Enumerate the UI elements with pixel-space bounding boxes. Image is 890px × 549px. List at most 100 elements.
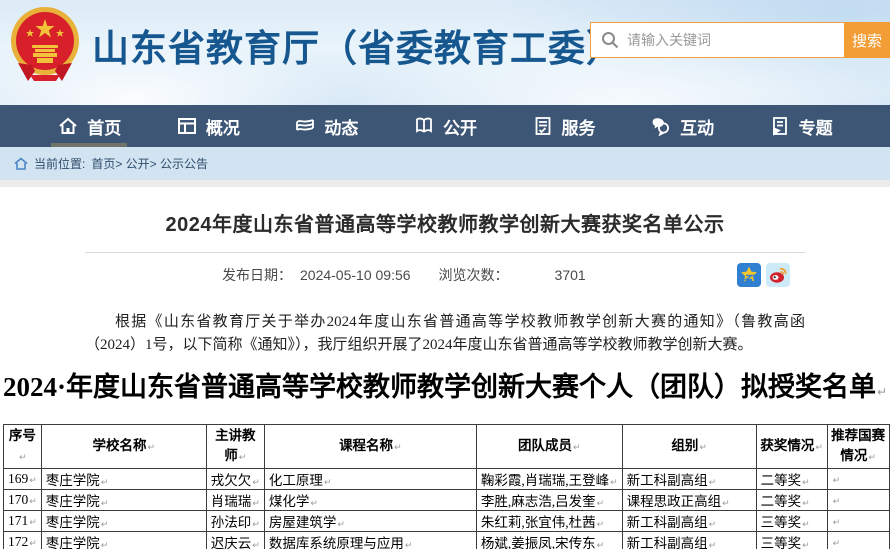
nav-label: 公开 (443, 114, 477, 139)
nav-item-disclosure[interactable]: 公开 (407, 105, 483, 147)
table-cell: 朱红莉,张宜伟,杜茜↵ (476, 510, 622, 531)
table-cell: 迟庆云↵ (206, 531, 264, 549)
table-cell: ↵ (827, 531, 889, 549)
return-mark: ↵ (833, 497, 841, 507)
disclosure-icon (413, 115, 435, 137)
news-icon (294, 115, 316, 137)
table-cell: 数据库系统原理与应用↵ (264, 531, 476, 549)
nav-item-services[interactable]: 服务 (526, 105, 602, 147)
return-mark: ↵ (833, 539, 841, 549)
return-mark: ↵ (101, 478, 109, 488)
return-mark: ↵ (29, 518, 37, 528)
return-mark: ↵ (802, 520, 810, 530)
awards-table-body: 169↵枣庄学院↵戎欠欠↵化工原理↵鞠彩霞,肖瑞瑞,王登峰↵新工科副高组↵二等奖… (4, 468, 890, 549)
table-cell: 鞠彩霞,肖瑞瑞,王登峰↵ (476, 468, 622, 489)
table-cell: 肖瑞瑞↵ (206, 489, 264, 510)
table-cell: 化工原理↵ (264, 468, 476, 489)
search-button[interactable]: 搜索 (844, 22, 890, 58)
views-count: 3701 (555, 267, 586, 283)
share-buttons (737, 263, 790, 287)
return-mark: ↵ (310, 499, 318, 509)
table-cell: 172↵ (4, 531, 42, 549)
table-cell: 房屋建筑学↵ (264, 510, 476, 531)
nav-label: 首页 (87, 114, 121, 139)
return-mark: ↵ (239, 453, 247, 463)
column-header: 获奖情况↵ (756, 424, 827, 468)
site-title: 山东省教育厅（省委教育工委） (92, 18, 624, 72)
table-cell: 杨斌,姜振凤,宋传东↵ (476, 531, 622, 549)
return-mark: ↵ (252, 499, 260, 509)
nav-item-overview[interactable]: 概况 (170, 105, 246, 147)
return-mark: ↵ (101, 520, 109, 530)
table-cell: 新工科副高组↵ (622, 468, 756, 489)
return-mark: ↵ (610, 478, 618, 488)
qzone-share-icon[interactable] (737, 263, 761, 287)
return-mark: ↵ (802, 541, 810, 549)
weibo-share-icon[interactable] (766, 263, 790, 287)
award-list-title: 2024·年度山东省普通高等学校教师教学创新大赛个人（团队）拟授奖名单↵ (0, 365, 890, 404)
return-mark: ↵ (337, 520, 345, 530)
return-mark: ↵ (101, 541, 109, 549)
table-cell: 三等奖↵ (756, 510, 827, 531)
page: 山东省教育厅（省委教育工委） 搜索 首页 (0, 0, 890, 549)
column-header: 主讲教师↵ (206, 424, 264, 468)
return-mark: ↵ (101, 499, 109, 509)
return-mark: ↵ (802, 499, 810, 509)
nav-label: 服务 (562, 114, 596, 139)
search-bar: 搜索 (590, 22, 890, 58)
nav-item-topics[interactable]: 专题 (763, 105, 839, 147)
return-mark: ↵ (709, 520, 717, 530)
services-icon (532, 115, 554, 137)
table-cell: 三等奖↵ (756, 531, 827, 549)
search-input[interactable] (627, 32, 844, 48)
table-row: 169↵枣庄学院↵戎欠欠↵化工原理↵鞠彩霞,肖瑞瑞,王登峰↵新工科副高组↵二等奖… (4, 468, 890, 489)
publish-date-value: 2024-05-10 09:56 (300, 267, 411, 283)
national-emblem-logo (8, 5, 82, 81)
table-cell: 枣庄学院↵ (41, 510, 206, 531)
return-mark: ↵ (833, 476, 841, 486)
views-label: 浏览次数： (439, 265, 509, 285)
return-mark: ↵ (877, 385, 887, 399)
nav-item-news[interactable]: 动态 (288, 105, 364, 147)
return-mark: ↵ (597, 520, 605, 530)
article-meta: 发布日期： 2024-05-10 09:56 浏览次数： 3701 (0, 261, 890, 289)
return-mark: ↵ (722, 499, 730, 509)
nav-label: 专题 (799, 114, 833, 139)
table-row: 172↵枣庄学院↵迟庆云↵数据库系统原理与应用↵杨斌,姜振凤,宋传东↵新工科副高… (4, 531, 890, 549)
topics-icon (769, 115, 791, 137)
column-header: 推荐国赛情况↵ (827, 424, 889, 468)
table-cell: ↵ (827, 468, 889, 489)
nav-label: 互动 (680, 114, 714, 139)
table-row: 171↵枣庄学院↵孙法印↵房屋建筑学↵朱红莉,张宜伟,杜茜↵新工科副高组↵三等奖… (4, 510, 890, 531)
article: 2024年度山东省普通高等学校教师教学创新大赛获奖名单公示 发布日期： 2024… (0, 187, 890, 549)
overview-icon (176, 115, 198, 137)
table-cell: ↵ (827, 510, 889, 531)
column-header: 课程名称↵ (264, 424, 476, 468)
column-header: 组别↵ (622, 424, 756, 468)
table-cell: 二等奖↵ (756, 468, 827, 489)
return-mark: ↵ (29, 476, 37, 486)
column-header: 序号↵ (4, 424, 42, 468)
return-mark: ↵ (148, 443, 156, 453)
return-mark: ↵ (597, 541, 605, 549)
interaction-icon (650, 115, 672, 137)
breadcrumb-label: 当前位置: (34, 155, 85, 172)
return-mark: ↵ (815, 443, 823, 453)
table-cell: 煤化学↵ (264, 489, 476, 510)
awards-table: 序号↵学校名称↵主讲教师↵课程名称↵团队成员↵组别↵获奖情况↵推荐国赛情况↵ 1… (3, 424, 890, 549)
nav-item-interaction[interactable]: 互动 (644, 105, 720, 147)
search-box (590, 22, 844, 58)
home-small-icon (14, 157, 28, 170)
return-mark: ↵ (833, 518, 841, 528)
table-cell: 新工科副高组↵ (622, 510, 756, 531)
table-cell: 李胜,麻志浩,吕发奎↵ (476, 489, 622, 510)
table-cell: 戎欠欠↵ (206, 468, 264, 489)
return-mark: ↵ (709, 541, 717, 549)
return-mark: ↵ (868, 453, 876, 463)
return-mark: ↵ (394, 443, 402, 453)
table-cell: 171↵ (4, 510, 42, 531)
nav-item-home[interactable]: 首页 (51, 105, 127, 147)
article-paragraph: 根据《山东省教育厅关于举办2024年度山东省普通高等学校教师教学创新大赛的通知》… (85, 311, 805, 358)
breadcrumb-path[interactable]: 首页> 公开> 公示公告 (91, 155, 208, 172)
title-divider (85, 252, 805, 253)
